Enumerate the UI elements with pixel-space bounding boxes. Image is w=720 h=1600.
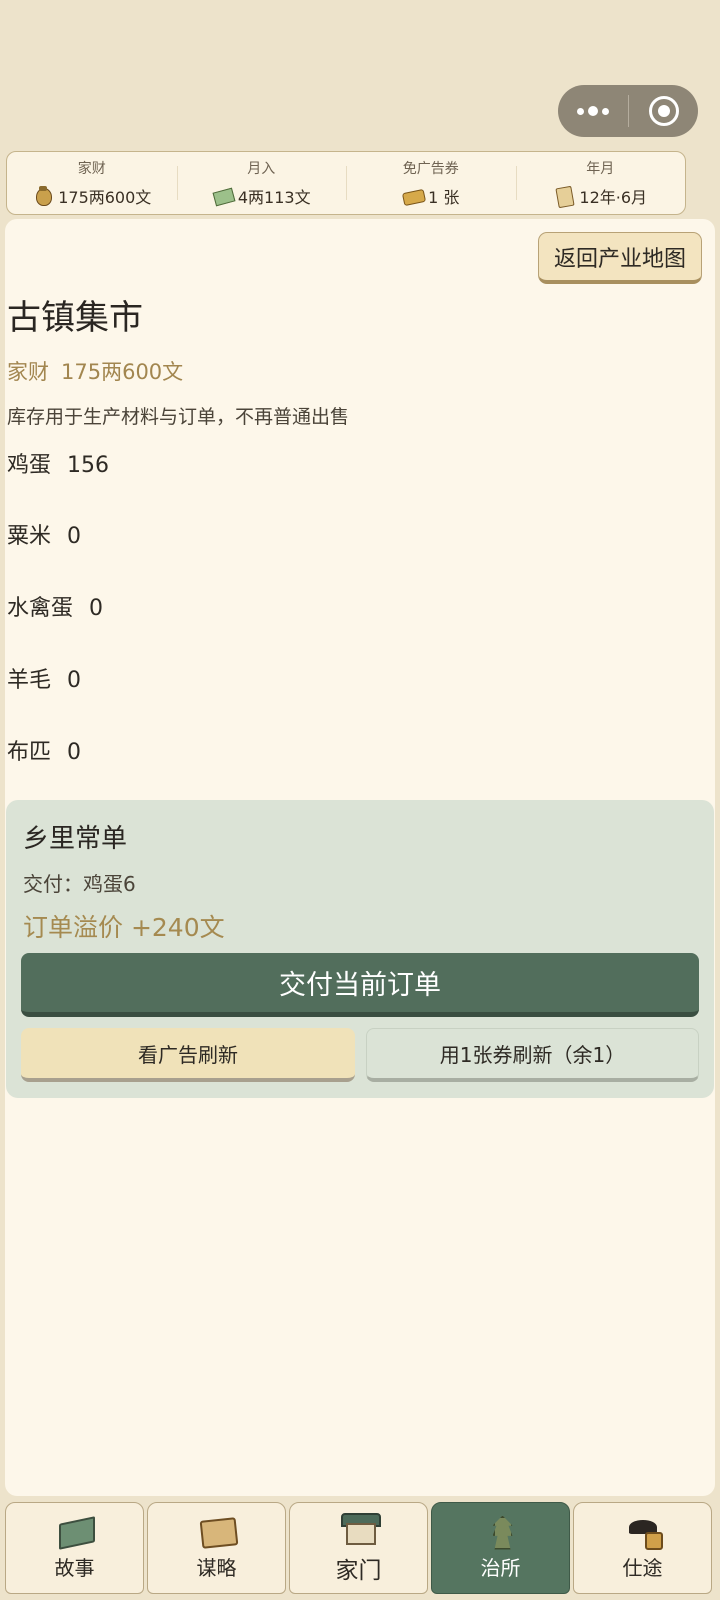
wealth-line: 家财 175两600文	[7, 356, 183, 386]
banknote-icon	[212, 186, 234, 206]
back-to-industry-map-button[interactable]: 返回产业地图	[538, 232, 702, 284]
book-icon	[55, 1516, 95, 1548]
stat-ad-free-ticket: 免广告券 1 张	[346, 152, 516, 214]
wealth-label: 家财	[7, 360, 49, 384]
tab-household[interactable]: 家门	[289, 1502, 428, 1594]
bottom-tab-bar: 故事 谋略 家门 治所 仕途	[5, 1500, 715, 1594]
item-name: 鸡蛋	[7, 453, 52, 478]
tab-story[interactable]: 故事	[5, 1502, 144, 1594]
item-count: 0	[67, 668, 82, 693]
tab-label: 仕途	[622, 1555, 663, 1580]
order-title: 乡里常单	[23, 824, 128, 854]
wealth-value: 175两600文	[61, 360, 184, 384]
stat-value: 12年·6月	[579, 188, 648, 207]
stat-date: 年月 12年·6月	[515, 152, 686, 214]
stat-label: 家财	[77, 161, 106, 177]
resource-stats-bar: 家财 175两600文 月入 4两113文 免广告券 1 张 年月 12年·6月	[6, 151, 686, 215]
watch-ad-refresh-button[interactable]: 看广告刷新	[21, 1028, 355, 1082]
house-icon	[339, 1511, 381, 1545]
inventory-item: 粟米 0	[7, 518, 81, 550]
miniprogram-capsule	[558, 85, 698, 137]
item-name: 羊毛	[7, 668, 52, 693]
tab-label: 谋略	[196, 1555, 237, 1580]
inventory-item: 水禽蛋 0	[7, 590, 103, 622]
ticket-icon	[402, 186, 424, 206]
tab-strategy[interactable]: 谋略	[147, 1502, 286, 1594]
item-count: 0	[67, 740, 82, 765]
inventory-note: 库存用于生产材料与订单，不再普通出售	[7, 406, 350, 428]
more-dots-icon[interactable]	[558, 85, 628, 137]
deliver-order-button[interactable]: 交付当前订单	[21, 953, 699, 1017]
tab-label: 家门	[335, 1558, 382, 1584]
inventory-item: 羊毛 0	[7, 662, 81, 694]
stat-value: 4两113文	[237, 188, 311, 207]
stat-label: 月入	[247, 161, 276, 177]
item-count: 0	[67, 524, 82, 549]
item-count: 156	[67, 453, 110, 478]
tab-label: 治所	[480, 1555, 521, 1580]
item-name: 水禽蛋	[7, 596, 74, 621]
inventory-item: 布匹 0	[7, 734, 81, 766]
target-circle-icon[interactable]	[629, 85, 698, 137]
tab-career[interactable]: 仕途	[573, 1502, 712, 1594]
stat-wealth: 家财 175两600文	[7, 152, 177, 214]
inventory-item: 鸡蛋 156	[7, 447, 109, 479]
tower-icon	[481, 1516, 521, 1548]
official-hat-icon	[623, 1516, 663, 1550]
item-name: 粟米	[7, 524, 52, 549]
stat-value: 1 张	[428, 188, 460, 207]
stat-label: 免广告券	[402, 161, 459, 177]
stat-value: 175两600文	[58, 188, 152, 207]
order-requirement: 交付：鸡蛋6	[23, 872, 136, 896]
item-name: 布匹	[7, 740, 52, 765]
scroll-icon	[553, 186, 575, 206]
money-bag-icon	[32, 186, 54, 206]
stat-monthly-income: 月入 4两113文	[176, 152, 347, 214]
tab-office[interactable]: 治所	[431, 1502, 570, 1594]
tab-label: 故事	[54, 1555, 95, 1580]
item-count: 0	[89, 596, 104, 621]
coupon-refresh-button[interactable]: 用1张券刷新（余1）	[366, 1028, 699, 1082]
map-scroll-icon	[197, 1516, 237, 1548]
stat-label: 年月	[586, 161, 615, 177]
page-title: 古镇集市	[7, 298, 143, 338]
order-bonus: 订单溢价 +240文	[23, 913, 225, 942]
